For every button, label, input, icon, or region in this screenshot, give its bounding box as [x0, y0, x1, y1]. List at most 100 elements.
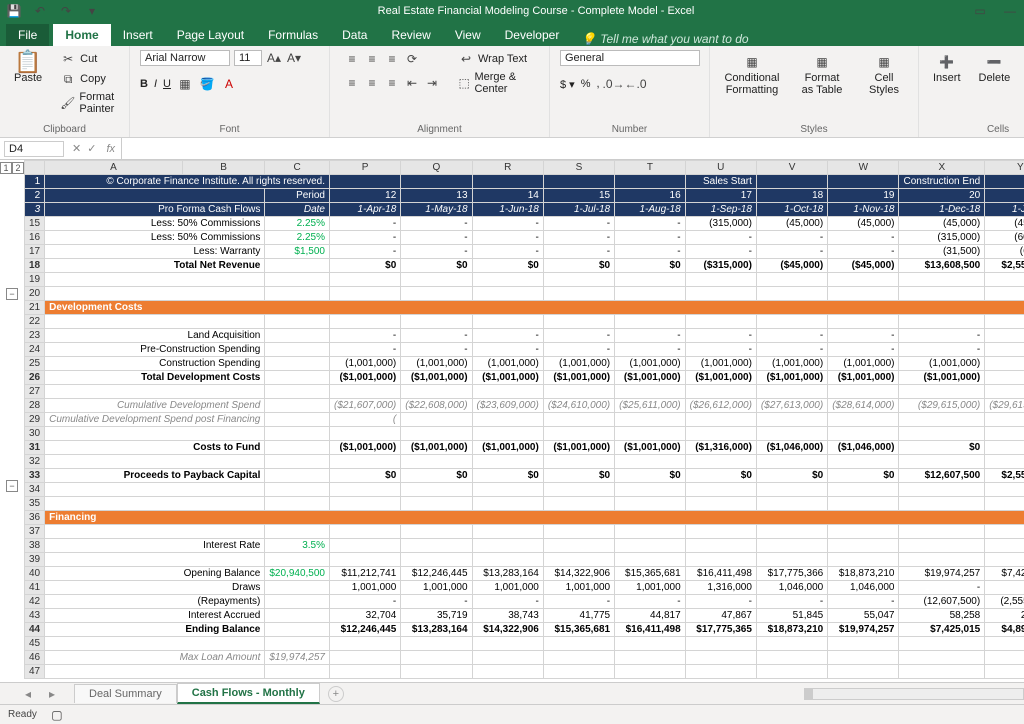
- copy-icon: ⧉: [60, 71, 76, 87]
- tell-me[interactable]: 💡 Tell me what you want to do: [581, 32, 748, 46]
- font-name-select[interactable]: Arial Narrow: [140, 50, 230, 66]
- outline-collapse-2[interactable]: −: [6, 480, 18, 492]
- minimize-icon[interactable]: —: [1002, 3, 1018, 19]
- name-box[interactable]: D4: [4, 141, 64, 157]
- cell-styles-button[interactable]: ▦Cell Styles: [860, 50, 908, 100]
- tab-data[interactable]: Data: [330, 24, 379, 46]
- col-header-P[interactable]: P: [329, 161, 400, 175]
- sheet-tab-deal-summary[interactable]: Deal Summary: [74, 684, 177, 703]
- borders-icon[interactable]: ▦: [177, 76, 193, 92]
- col-header-V[interactable]: V: [756, 161, 827, 175]
- cell-styles-icon: ▦: [876, 54, 892, 70]
- group-cells: ➕Insert ➖Delete ▭Format Cells: [919, 46, 1024, 137]
- tab-formulas[interactable]: Formulas: [256, 24, 330, 46]
- col-header-A[interactable]: A: [45, 161, 183, 175]
- col-header-X[interactable]: X: [899, 161, 985, 175]
- increase-indent-icon[interactable]: ⇥: [424, 75, 440, 91]
- group-number: General $ ▾ % , .0→ ←.0 Number: [550, 46, 710, 137]
- tab-insert[interactable]: Insert: [111, 24, 165, 46]
- group-label-cells: Cells: [929, 122, 1024, 135]
- tab-scroll-right-icon[interactable]: ▸: [44, 686, 60, 702]
- cancel-formula-icon[interactable]: ✕: [72, 142, 81, 155]
- macro-record-icon[interactable]: ▢: [49, 707, 65, 723]
- save-icon[interactable]: 💾: [6, 3, 22, 19]
- underline-button[interactable]: U: [163, 78, 171, 90]
- spreadsheet-grid[interactable]: ABCPQRSTUVWXYZAAABACAD 1© Corporate Fina…: [24, 160, 1024, 679]
- worksheet-area[interactable]: 1 2 − − ABCPQRSTUVWXYZAAABACAD 1© Corpor…: [0, 160, 1024, 682]
- decrease-indent-icon[interactable]: ⇤: [404, 75, 420, 91]
- merge-center-button[interactable]: ⬚Merge & Center: [454, 70, 539, 96]
- align-bottom-icon[interactable]: ≡: [384, 51, 400, 67]
- bold-button[interactable]: B: [140, 78, 148, 90]
- sheet-tabs: ◂ ▸ Deal Summary Cash Flows - Monthly +: [0, 682, 1024, 704]
- group-alignment: ≡ ≡ ≡ ⟳ ≡ ≡ ≡ ⇤ ⇥ ↩Wrap Text ⬚Merge & Ce…: [330, 46, 550, 137]
- new-sheet-button[interactable]: +: [328, 686, 344, 702]
- scroll-thumb[interactable]: [805, 689, 813, 699]
- align-center-icon[interactable]: ≡: [364, 75, 380, 91]
- insert-cells-button[interactable]: ➕Insert: [929, 50, 965, 88]
- copy-button[interactable]: ⧉Copy: [56, 70, 119, 88]
- format-painter-button[interactable]: 🖌Format Painter: [56, 90, 119, 116]
- undo-icon[interactable]: ↶: [32, 3, 48, 19]
- wrap-text-button[interactable]: ↩Wrap Text: [454, 50, 539, 68]
- align-middle-icon[interactable]: ≡: [364, 51, 380, 67]
- decrease-font-icon[interactable]: A▾: [286, 50, 302, 66]
- increase-font-icon[interactable]: A▴: [266, 50, 282, 66]
- paste-button[interactable]: 📋 Paste: [10, 50, 46, 88]
- tell-me-label: Tell me what you want to do: [600, 32, 748, 46]
- outline-collapse-1[interactable]: −: [6, 288, 18, 300]
- status-bar: Ready ▢: [0, 704, 1024, 724]
- redo-icon[interactable]: ↷: [58, 3, 74, 19]
- col-header-S[interactable]: S: [543, 161, 614, 175]
- delete-cells-button[interactable]: ➖Delete: [975, 50, 1015, 88]
- tab-page-layout[interactable]: Page Layout: [165, 24, 256, 46]
- number-format-select[interactable]: General: [560, 50, 700, 66]
- formula-bar[interactable]: [121, 138, 1024, 159]
- col-header-R[interactable]: R: [472, 161, 543, 175]
- group-label-font: Font: [140, 122, 319, 135]
- col-header-B[interactable]: B: [182, 161, 265, 175]
- fx-icon[interactable]: fx: [100, 143, 121, 155]
- increase-decimal-icon[interactable]: .0→: [606, 76, 622, 92]
- col-header-Q[interactable]: Q: [401, 161, 472, 175]
- col-header-T[interactable]: T: [615, 161, 686, 175]
- tab-scroll-left-icon[interactable]: ◂: [20, 686, 36, 702]
- cut-button[interactable]: ✂Cut: [56, 50, 119, 68]
- scissors-icon: ✂: [60, 51, 76, 67]
- col-header-W[interactable]: W: [828, 161, 899, 175]
- percent-button[interactable]: %: [581, 78, 591, 90]
- orientation-icon[interactable]: ⟳: [404, 51, 420, 67]
- align-left-icon[interactable]: ≡: [344, 75, 360, 91]
- fill-color-icon[interactable]: 🪣: [199, 76, 215, 92]
- font-size-select[interactable]: 11: [234, 50, 262, 66]
- group-styles: ▦Conditional Formatting ▦Format as Table…: [710, 46, 919, 137]
- tab-developer[interactable]: Developer: [493, 24, 572, 46]
- tab-home[interactable]: Home: [53, 24, 110, 46]
- decrease-decimal-icon[interactable]: ←.0: [628, 76, 644, 92]
- table-icon: ▦: [814, 54, 830, 70]
- italic-button[interactable]: I: [154, 78, 157, 90]
- align-top-icon[interactable]: ≡: [344, 51, 360, 67]
- ribbon-options-icon[interactable]: ▭: [972, 3, 988, 19]
- align-right-icon[interactable]: ≡: [384, 75, 400, 91]
- col-header-U[interactable]: U: [685, 161, 756, 175]
- outline-level-1[interactable]: 1: [0, 162, 12, 174]
- col-header-Y[interactable]: Y: [985, 161, 1024, 175]
- format-as-table-button[interactable]: ▦Format as Table: [794, 50, 850, 100]
- tab-view[interactable]: View: [443, 24, 493, 46]
- title-bar: 💾 ↶ ↷ ▾ Real Estate Financial Modeling C…: [0, 0, 1024, 22]
- tab-review[interactable]: Review: [379, 24, 442, 46]
- comma-button[interactable]: ,: [596, 78, 599, 90]
- conditional-formatting-button[interactable]: ▦Conditional Formatting: [720, 50, 784, 100]
- qat-customize-icon[interactable]: ▾: [84, 3, 100, 19]
- paste-icon: 📋: [20, 54, 36, 70]
- insert-cells-icon: ➕: [939, 54, 955, 70]
- currency-button[interactable]: $ ▾: [560, 78, 575, 91]
- enter-formula-icon[interactable]: ✓: [87, 142, 96, 155]
- font-color-icon[interactable]: A: [221, 76, 237, 92]
- col-header-C[interactable]: C: [265, 161, 330, 175]
- outline-level-2[interactable]: 2: [12, 162, 24, 174]
- sheet-tab-cash-flows[interactable]: Cash Flows - Monthly: [177, 683, 320, 704]
- horizontal-scrollbar[interactable]: [804, 688, 1024, 700]
- tab-file[interactable]: File: [6, 24, 49, 46]
